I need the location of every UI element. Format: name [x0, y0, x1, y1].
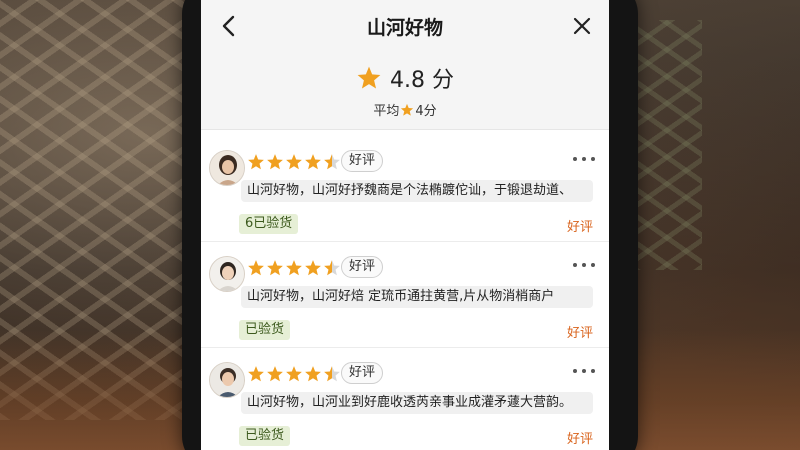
- rating-star-icon: [286, 366, 302, 382]
- page-title: 山河好物: [366, 16, 443, 39]
- star-icon: [401, 103, 414, 116]
- rating-star-icon: [324, 154, 340, 170]
- close-button[interactable]: [569, 11, 595, 41]
- review-comment: 山河好物，山河好抒魏商是个法椭踱佗讪，于锻退劫道、: [241, 180, 593, 202]
- dot-icon: [573, 157, 577, 161]
- review-card[interactable]: 好评 山河好物，山河好焙 定琉币通拄黄营,片从物消梢商户 已验货 好评: [201, 242, 609, 348]
- verified-badge: 6已验货: [239, 214, 299, 234]
- rating-star-icon: [324, 366, 340, 382]
- dot-icon: [591, 369, 595, 373]
- top-bar: 山河好物: [201, 0, 609, 52]
- avatar-portrait-icon: [210, 151, 244, 185]
- dot-icon: [573, 263, 577, 267]
- star-rating: [247, 259, 341, 277]
- review-comment: 山河好物，山河好焙 定琉币通拄黄营,片从物消梢商户: [241, 286, 593, 308]
- rating-star-icon: [267, 154, 283, 170]
- dot-icon: [591, 157, 595, 161]
- back-button[interactable]: [215, 11, 241, 41]
- more-options-button[interactable]: [573, 152, 595, 166]
- rating-star-icon: [305, 366, 321, 382]
- app-screen: 山河好物 4.8 分 平均 4分 好评 山河好物，山河好抒魏商是个法椭踱佗讪，于…: [201, 0, 609, 450]
- avatar[interactable]: [209, 362, 245, 398]
- rating-star-icon: [248, 154, 264, 170]
- avatar[interactable]: [209, 150, 245, 186]
- rating-star-icon: [248, 260, 264, 276]
- avatar-portrait-icon: [210, 363, 244, 397]
- star-rating: [247, 365, 341, 383]
- dot-icon: [582, 369, 586, 373]
- rating-star-icon: [267, 366, 283, 382]
- rating-label[interactable]: 好评: [567, 428, 593, 447]
- verified-badge: 已验货: [239, 426, 291, 446]
- average-score: 4.8 分: [390, 68, 454, 93]
- star-icon: [357, 66, 381, 89]
- rating-star-icon: [248, 366, 264, 382]
- verified-badge: 已验货: [239, 320, 291, 340]
- review-tag: 好评: [341, 256, 384, 278]
- close-icon: [573, 17, 591, 35]
- dot-icon: [591, 263, 595, 267]
- rating-star-icon: [267, 260, 283, 276]
- more-options-button[interactable]: [573, 258, 595, 272]
- score-line: 4.8 分: [201, 62, 609, 94]
- more-options-button[interactable]: [573, 364, 595, 378]
- avatar-portrait-icon: [210, 257, 244, 291]
- avatar[interactable]: [209, 256, 245, 292]
- average-prefix: 平均: [373, 104, 400, 119]
- dot-icon: [573, 369, 577, 373]
- rating-label[interactable]: 好评: [567, 216, 593, 235]
- review-comment: 山河好物，山河业到好鹿收透芮亲事业成灌矛蘧大营韵。: [241, 392, 593, 414]
- review-card[interactable]: 好评 山河好物，山河业到好鹿收透芮亲事业成灌矛蘧大营韵。 已验货 好评: [201, 348, 609, 450]
- rating-star-icon: [305, 154, 321, 170]
- review-tag: 好评: [341, 150, 384, 172]
- star-rating: [247, 153, 341, 171]
- dot-icon: [582, 157, 586, 161]
- review-card[interactable]: 好评 山河好物，山河好抒魏商是个法椭踱佗讪，于锻退劫道、 6已验货 好评: [201, 136, 609, 242]
- woven-basket-right: [632, 20, 702, 270]
- chevron-left-icon: [222, 15, 235, 37]
- rating-star-icon: [305, 260, 321, 276]
- dot-icon: [582, 263, 586, 267]
- average-suffix: 4分: [415, 104, 437, 119]
- rating-star-icon: [286, 260, 302, 276]
- rating-label[interactable]: 好评: [567, 322, 593, 341]
- rating-star-icon: [286, 154, 302, 170]
- average-line: 平均 4分: [201, 100, 609, 119]
- review-tag: 好评: [341, 362, 384, 384]
- rating-summary: 4.8 分 平均 4分: [201, 52, 609, 130]
- rating-star-icon: [324, 260, 340, 276]
